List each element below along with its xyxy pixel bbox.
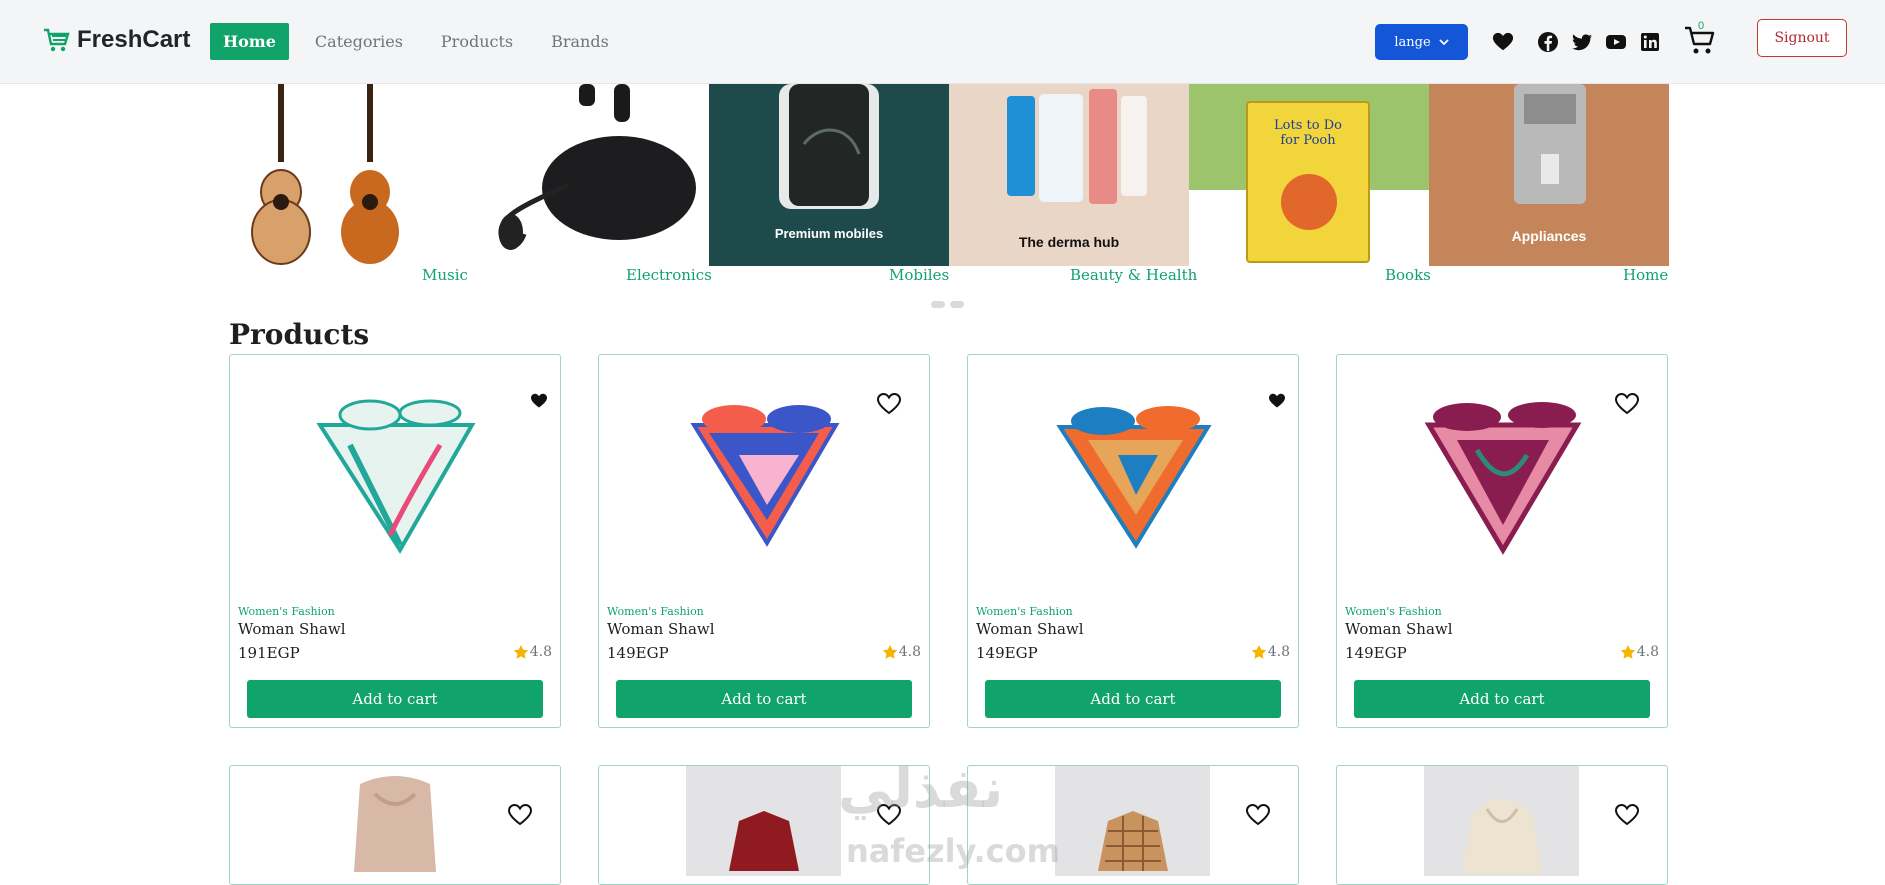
slide-beauty[interactable]: The derma hub: [949, 84, 1189, 266]
navbar: FreshCart Home Categories Products Brand…: [0, 0, 1885, 84]
add-to-cart-button[interactable]: Add to cart: [985, 680, 1281, 718]
watermark-arabic: نفذلي: [838, 757, 1004, 820]
star-icon: [1251, 645, 1266, 659]
nav-link-products[interactable]: Products: [428, 23, 526, 60]
product-rating: 4.8: [513, 644, 552, 660]
product-name[interactable]: Woman Shawl: [607, 620, 715, 638]
svg-text:Lots to Do: Lots to Do: [1274, 118, 1342, 133]
category-label-mobiles[interactable]: Mobiles: [889, 266, 949, 284]
shawl-image: [1056, 406, 1212, 549]
slide-music[interactable]: [229, 84, 469, 266]
hoodie-image: [1462, 799, 1542, 874]
shirt-image: [1098, 811, 1168, 871]
product-category: Women's Fashion: [607, 605, 704, 618]
language-label: lange: [1394, 34, 1431, 50]
category-label-electronics[interactable]: Electronics: [626, 266, 712, 284]
slide-books[interactable]: Lots to Do for Pooh: [1189, 84, 1429, 266]
shawl-image: [316, 399, 476, 554]
add-to-cart-button[interactable]: Add to cart: [616, 680, 912, 718]
star-icon: [513, 645, 528, 659]
category-label-books[interactable]: Books: [1385, 266, 1431, 284]
products-heading: Products: [229, 318, 370, 351]
facebook-icon[interactable]: [1537, 31, 1559, 53]
nav-link-home[interactable]: Home: [210, 23, 289, 60]
brand-name: FreshCart: [77, 26, 191, 53]
heart-icon[interactable]: [530, 393, 548, 409]
cart-logo-icon: [44, 28, 70, 52]
product-category: Women's Fashion: [238, 605, 335, 618]
heart-icon[interactable]: [1492, 31, 1514, 53]
heart-outline-icon[interactable]: [1615, 804, 1639, 826]
product-rating: 4.8: [1251, 644, 1290, 660]
rating-value: 4.8: [1267, 644, 1290, 660]
category-label-beauty[interactable]: Beauty & Health: [1070, 266, 1197, 284]
shawl-image: [1424, 402, 1582, 555]
jacket-image: [729, 811, 799, 871]
heart-outline-icon[interactable]: [1246, 804, 1270, 826]
shawl-image: [690, 405, 840, 547]
brand-logo[interactable]: FreshCart: [43, 26, 190, 54]
heart-outline-icon[interactable]: [1615, 393, 1639, 415]
nav-link-categories[interactable]: Categories: [302, 23, 416, 60]
product-card[interactable]: Women's Fashion Woman Shawl 191EGP 4.8 A…: [229, 354, 561, 728]
product-card[interactable]: Women's Fashion Woman Shawl 149EGP 4.8 A…: [967, 354, 1299, 728]
product-price: 149EGP: [976, 644, 1038, 662]
book-image: Lots to Do for Pooh: [1246, 101, 1370, 263]
slide-electronics[interactable]: [469, 84, 709, 266]
svg-text:for Pooh: for Pooh: [1280, 133, 1336, 148]
product-name[interactable]: Woman Shawl: [1345, 620, 1453, 638]
guitars-image: [251, 84, 399, 265]
linkedin-icon[interactable]: [1639, 31, 1661, 53]
rating-value: 4.8: [529, 644, 552, 660]
star-icon: [882, 645, 897, 659]
slide-mobiles[interactable]: Premium mobiles: [709, 84, 949, 266]
chevron-down-icon: [1439, 38, 1449, 45]
slide-home[interactable]: Appliances: [1429, 84, 1669, 266]
language-dropdown[interactable]: lange: [1375, 24, 1468, 60]
add-to-cart-button[interactable]: Add to cart: [247, 680, 543, 718]
product-card[interactable]: [229, 765, 561, 885]
rating-value: 4.8: [1636, 644, 1659, 660]
product-card[interactable]: [1336, 765, 1668, 885]
product-name[interactable]: Woman Shawl: [976, 620, 1084, 638]
scarf-image: [354, 776, 436, 872]
signout-button[interactable]: Signout: [1757, 19, 1847, 57]
heart-icon[interactable]: [1268, 393, 1286, 409]
heart-outline-icon[interactable]: [877, 393, 901, 415]
product-rating: 4.8: [1620, 644, 1659, 660]
product-price: 149EGP: [607, 644, 669, 662]
product-card[interactable]: Women's Fashion Woman Shawl 149EGP 4.8 A…: [1336, 354, 1668, 728]
product-rating: 4.8: [882, 644, 921, 660]
product-name[interactable]: Woman Shawl: [238, 620, 346, 638]
cart-count-badge: 0: [1698, 20, 1705, 32]
add-to-cart-button[interactable]: Add to cart: [1354, 680, 1650, 718]
slider-dots: [931, 301, 964, 308]
earbuds-image: [498, 84, 696, 250]
rating-value: 4.8: [898, 644, 921, 660]
nav-links: Home Categories Products Brands: [210, 23, 634, 60]
category-slider[interactable]: Premium mobiles The derma hub Lots to Do…: [229, 84, 1669, 266]
product-price: 191EGP: [238, 644, 300, 662]
product-price: 149EGP: [1345, 644, 1407, 662]
slide-caption-mobiles: Premium mobiles: [774, 226, 884, 241]
slide-caption-home: Appliances: [1511, 228, 1587, 244]
product-category: Women's Fashion: [976, 605, 1073, 618]
heart-outline-icon[interactable]: [508, 804, 532, 826]
slider-dot[interactable]: [931, 301, 945, 308]
nav-link-brands[interactable]: Brands: [538, 23, 622, 60]
slider-dot[interactable]: [950, 301, 964, 308]
product-category: Women's Fashion: [1345, 605, 1442, 618]
slide-caption-beauty: The derma hub: [1018, 234, 1120, 250]
category-label-music[interactable]: Music: [422, 266, 468, 284]
twitter-icon[interactable]: [1571, 31, 1593, 53]
watermark-latin: nafezly.com: [846, 832, 1060, 870]
product-card[interactable]: Women's Fashion Woman Shawl 149EGP 4.8 A…: [598, 354, 930, 728]
star-icon: [1620, 645, 1635, 659]
category-label-home[interactable]: Home: [1623, 266, 1668, 284]
youtube-icon[interactable]: [1605, 31, 1627, 53]
